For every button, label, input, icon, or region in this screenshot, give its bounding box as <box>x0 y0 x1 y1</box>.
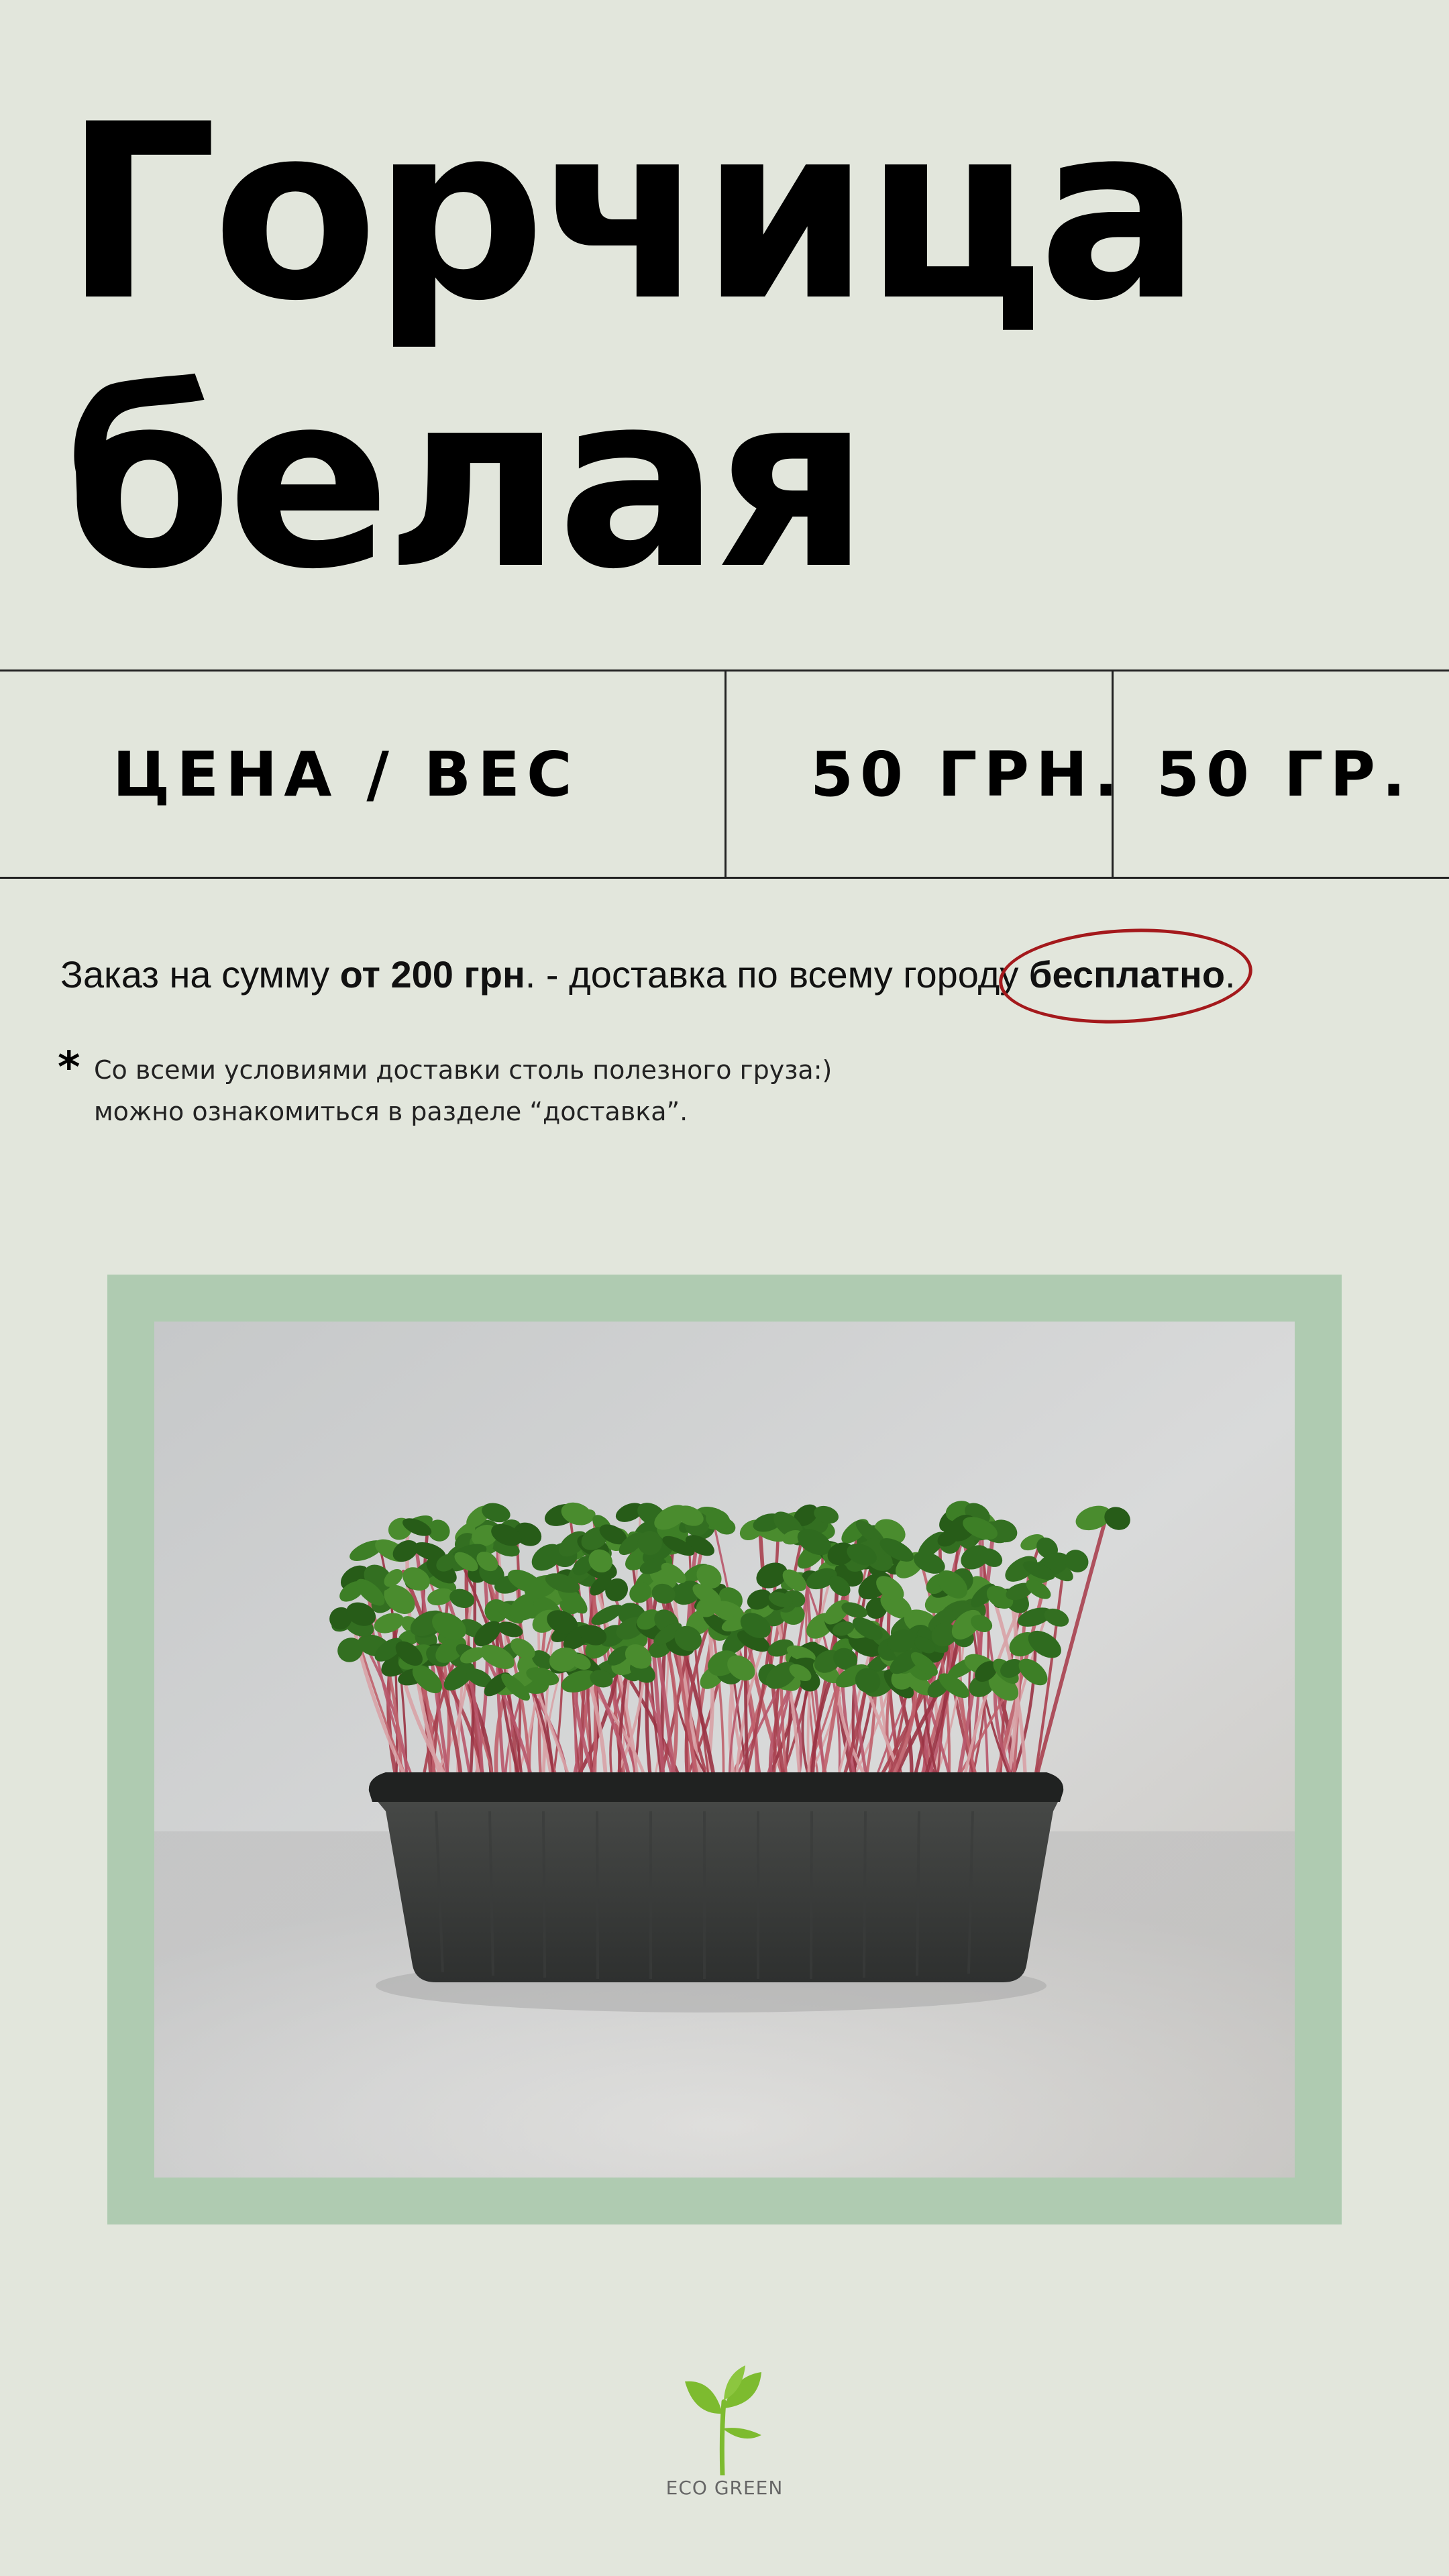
product-title: Горчица белая <box>64 72 1201 622</box>
free-delivery-highlight: бесплатно <box>996 922 1255 1030</box>
asterisk-icon: * <box>58 1043 80 1093</box>
delivery-note-line-2: можно ознакомиться в разделе “доставка”. <box>94 1097 688 1126</box>
logo-text: ECO GREEN <box>665 2477 784 2499</box>
delivery-note-line-1: Со всеми условиями доставки столь полезн… <box>94 1055 833 1085</box>
product-title-line-2: белая <box>64 341 869 622</box>
price-weight-table: ЦЕНА / ВЕС 50 ГРН. 50 ГР. <box>0 669 1449 879</box>
product-title-line-1: Горчица <box>64 72 1201 354</box>
table-divider <box>724 672 727 877</box>
product-photo <box>154 1322 1295 2178</box>
microgreens-photo-illustration <box>154 1322 1295 2178</box>
delivery-prefix: Заказ на сумму <box>60 953 340 996</box>
eco-green-logo: ECO GREEN <box>624 2361 825 2522</box>
weight-value: 50 ГР. <box>1157 738 1413 810</box>
price-value: 50 ГРН. <box>810 738 1125 810</box>
delivery-min-amount: от 200 грн <box>339 953 525 996</box>
product-photo-frame <box>107 1275 1342 2224</box>
highlight-ellipse <box>996 922 1255 1030</box>
price-weight-label: ЦЕНА / ВЕС <box>113 738 579 810</box>
delivery-note: Со всеми условиями доставки столь полезн… <box>94 1049 832 1132</box>
sprout-icon <box>685 2365 761 2475</box>
delivery-info: Заказ на сумму от 200 грн. - доставка по… <box>60 922 1255 1030</box>
delivery-middle: . - доставка по всему городу <box>525 953 1029 996</box>
